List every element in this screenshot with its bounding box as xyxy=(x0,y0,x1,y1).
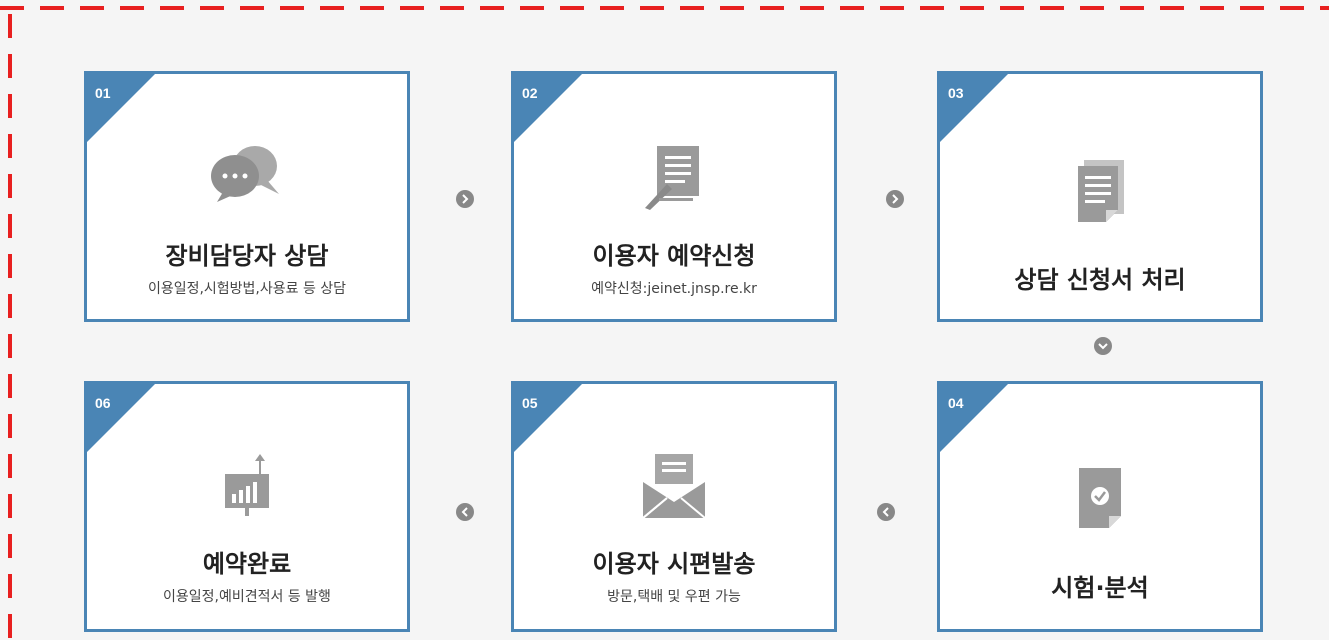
step-subtitle: 이용일정,예비견적서 등 발행 xyxy=(163,589,331,605)
check-document-icon xyxy=(1079,468,1121,528)
arrow-right-icon xyxy=(456,190,474,208)
step-subtitle: 방문,택배 및 우편 가능 xyxy=(607,589,741,605)
step-card-03: 03 상담 신청서 처리 xyxy=(937,71,1263,322)
dashed-border-top xyxy=(0,6,1329,10)
step-number: 03 xyxy=(948,85,964,101)
step-number: 02 xyxy=(522,85,538,101)
step-subtitle: 예약신청:jeinet.jnsp.re.kr xyxy=(591,281,757,297)
corner-ribbon xyxy=(514,384,582,452)
step-card-05: 05 이용자 시편발송 방문,택배 및 우편 가능 xyxy=(511,381,837,632)
step-number: 01 xyxy=(95,85,111,101)
arrow-left-icon xyxy=(456,503,474,521)
chat-bubbles-icon xyxy=(211,146,279,202)
corner-ribbon xyxy=(87,384,155,452)
corner-ribbon xyxy=(940,384,1008,452)
step-number: 04 xyxy=(948,395,964,411)
corner-ribbon xyxy=(87,74,155,142)
step-number: 05 xyxy=(522,395,538,411)
step-card-02: 02 이용자 예약신청 예약신청:jeinet.jnsp.re.kr xyxy=(511,71,837,322)
corner-ribbon xyxy=(514,74,582,142)
step-subtitle: 이용일정,시험방법,사용료 등 상담 xyxy=(147,281,347,297)
arrow-left-icon xyxy=(877,503,895,521)
step-title: 상담 신청서 처리 xyxy=(1014,266,1186,294)
envelope-icon xyxy=(642,454,706,519)
step-title: 이용자 시편발송 xyxy=(592,550,756,578)
corner-ribbon xyxy=(940,74,1008,142)
chart-monitor-icon xyxy=(225,454,269,516)
step-title: 장비담당자 상담 xyxy=(165,242,329,270)
dashed-border-left xyxy=(8,14,12,640)
step-card-04: 04 시험·분석 xyxy=(937,381,1263,632)
step-number: 06 xyxy=(95,395,111,411)
document-pen-icon xyxy=(645,146,699,210)
step-title: 이용자 예약신청 xyxy=(592,242,756,270)
step-card-06: 06 예약완료 이용일정,예비견적서 등 발행 xyxy=(84,381,410,632)
arrow-right-icon xyxy=(886,190,904,208)
documents-icon xyxy=(1078,160,1124,222)
step-card-01: 01 장비담당자 상담 이용일정,시험방법,사용료 등 상담 xyxy=(84,71,410,322)
arrow-down-icon xyxy=(1094,337,1112,355)
step-title: 시험·분석 xyxy=(1051,574,1149,602)
step-title: 예약완료 xyxy=(202,550,292,578)
